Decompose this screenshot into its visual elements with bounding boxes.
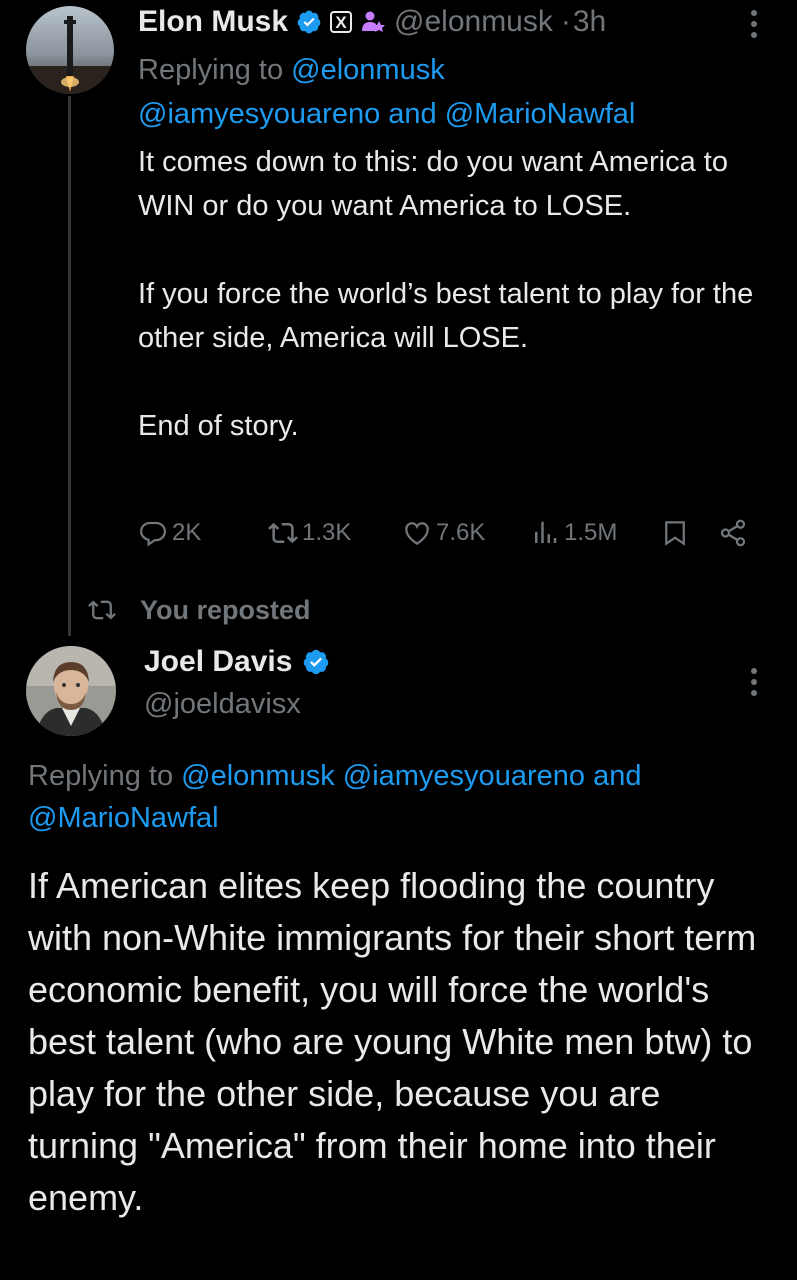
tweet1-timestamp[interactable]: 3h: [573, 5, 606, 39]
share-button[interactable]: [718, 518, 748, 548]
tweet1-replying-to: Replying to @elonmusk @iamyesyouareno an…: [138, 48, 635, 136]
tweet2-handle[interactable]: @joeldavisx: [144, 688, 301, 721]
tweet2-replying-to: Replying to @elonmusk @iamyesyouareno an…: [28, 755, 768, 839]
verified-badge-icon: [296, 9, 322, 35]
repost-indicator-icon: [88, 600, 116, 620]
replying-to-label: Replying to: [28, 760, 174, 792]
tweet2-author-name[interactable]: Joel Davis: [144, 645, 292, 679]
bookmark-button[interactable]: [660, 518, 690, 548]
reply-button[interactable]: 2K: [138, 518, 201, 548]
repost-button[interactable]: 1.3K: [268, 518, 351, 548]
replying-to-mentions-link[interactable]: @iamyesyouareno and @MarioNawfal: [138, 92, 635, 136]
joel-davis-avatar[interactable]: [26, 646, 116, 736]
like-button[interactable]: 7.6K: [402, 518, 485, 548]
reply-icon: [139, 521, 167, 547]
views-count: 1.5M: [564, 519, 618, 546]
verified-badge-icon: [302, 648, 330, 676]
tweet1-paragraph-1: It comes down to this: do you want Ameri…: [138, 146, 728, 222]
repost-indicator: You reposted: [88, 590, 311, 630]
share-icon: [720, 519, 746, 547]
bookmark-icon: [665, 521, 685, 546]
like-icon: [405, 522, 429, 545]
replying-to-handles-link[interactable]: @elonmusk @iamyesyouareno: [181, 760, 585, 792]
replying-to-and[interactable]: and: [593, 760, 641, 792]
replying-to-elonmusk-link[interactable]: @elonmusk: [291, 54, 445, 86]
tweet1-paragraph-2: If you force the world’s best talent to …: [138, 278, 754, 354]
tweet2-body: If American elites keep flooding the cou…: [28, 865, 757, 1218]
tweet1-handle[interactable]: @elonmusk: [394, 5, 553, 39]
tweet1-separator: ·: [560, 5, 571, 38]
tweet1-paragraph-3: End of story.: [138, 410, 299, 442]
reply-count: 2K: [172, 519, 202, 546]
x-badge-icon: X: [330, 11, 353, 33]
tweet1-body: It comes down to this: do you want Ameri…: [138, 140, 778, 448]
tweet1-header: Elon Musk X @elonmusk · 3h: [138, 2, 606, 42]
views-button[interactable]: 1.5M: [530, 518, 617, 548]
tweet2-more-icon[interactable]: [750, 668, 758, 696]
replying-to-marionawfal-link[interactable]: @MarioNawfal: [28, 802, 219, 834]
thread-connector-line: [68, 96, 71, 636]
tweet1-more-icon[interactable]: [750, 10, 758, 38]
affiliate-icon: [360, 9, 386, 35]
repost-icon: [268, 522, 298, 544]
repost-count: 1.3K: [302, 519, 352, 546]
like-count: 7.6K: [436, 519, 486, 546]
replying-to-label: Replying to: [138, 54, 284, 86]
elon-musk-avatar[interactable]: [26, 6, 114, 94]
repost-label: You reposted: [140, 594, 311, 625]
tweet2-header: Joel Davis: [144, 645, 330, 679]
tweet1-author-name[interactable]: Elon Musk: [138, 5, 288, 39]
views-icon: [535, 521, 557, 543]
